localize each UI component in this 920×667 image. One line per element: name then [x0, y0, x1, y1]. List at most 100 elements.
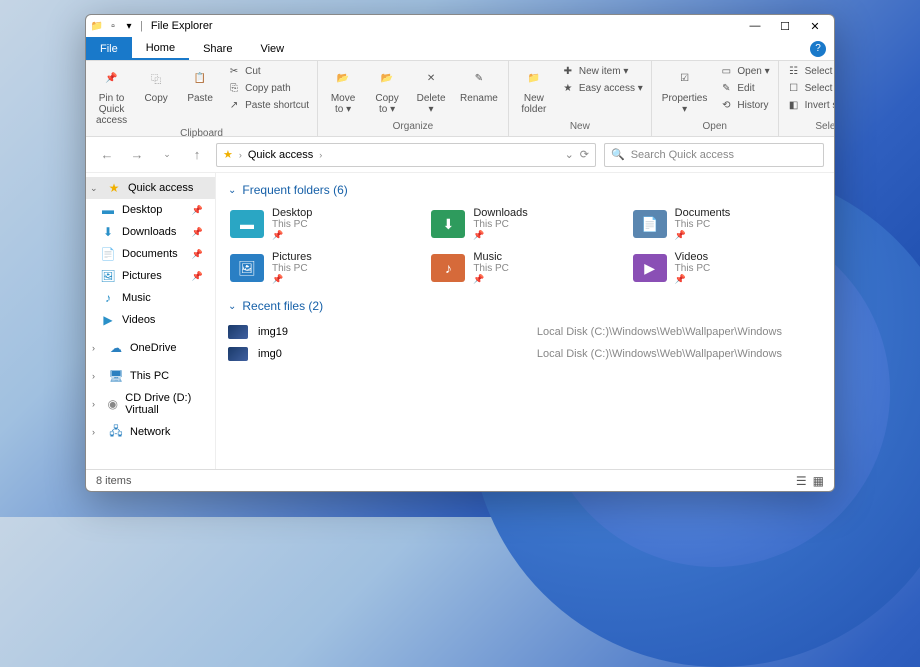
breadcrumb[interactable]: Quick access	[248, 149, 313, 161]
sidebar-item-label: This PC	[130, 370, 169, 382]
folder-icon: ♪	[431, 254, 465, 282]
sidebar-item-label: Network	[130, 426, 170, 438]
image-file-icon	[228, 347, 248, 361]
folder-item-downloads[interactable]: ⬇DownloadsThis PC📌	[429, 205, 620, 243]
sidebar: ⌄ ★ Quick access ▬Desktop📌 ⬇Downloads📌 📄…	[86, 173, 216, 469]
breadcrumb-chevron-icon: ›	[319, 150, 322, 160]
sidebar-item-videos[interactable]: ▶Videos	[86, 309, 215, 331]
pin-icon: 📌	[192, 227, 203, 238]
sidebar-item-desktop[interactable]: ▬Desktop📌	[86, 199, 215, 221]
copy-path-button[interactable]: ⎘Copy path	[225, 80, 311, 96]
star-icon: ★	[223, 148, 233, 161]
sidebar-item-music[interactable]: ♪Music	[86, 287, 215, 309]
details-view-button[interactable]: ☰	[796, 474, 807, 488]
minimize-button[interactable]: —	[740, 15, 770, 37]
pin-icon: 📌	[473, 274, 509, 285]
folder-item-pictures[interactable]: 🖼PicturesThis PC📌	[228, 249, 419, 287]
chevron-right-icon: ›	[92, 399, 100, 409]
downloads-icon: ⬇	[100, 224, 116, 240]
select-none-icon: ☐	[787, 81, 801, 95]
back-button[interactable]: ←	[96, 144, 118, 166]
invert-icon: ◧	[787, 98, 801, 112]
history-button[interactable]: ⟲History	[717, 97, 771, 113]
sidebar-item-this-pc[interactable]: ›🖥This PC	[86, 365, 215, 387]
path-icon: ⎘	[227, 81, 241, 95]
move-to-button[interactable]: 📂Move to ▾	[324, 63, 362, 117]
rename-button[interactable]: ✎Rename	[456, 63, 502, 106]
sidebar-item-quick-access[interactable]: ⌄ ★ Quick access	[86, 177, 215, 199]
large-icons-view-button[interactable]: ▦	[813, 474, 824, 488]
forward-button[interactable]: →	[126, 144, 148, 166]
folder-item-music[interactable]: ♪MusicThis PC📌	[429, 249, 620, 287]
sidebar-item-cd-drive[interactable]: ›◉CD Drive (D:) Virtuall	[86, 393, 215, 415]
properties-button[interactable]: ☑Properties ▾	[658, 63, 712, 117]
pin-icon: 📌	[272, 230, 312, 241]
ribbon-group-new: 📁New folder ✚New item ▾ ★Easy access ▾ N…	[509, 61, 652, 136]
invert-selection-button[interactable]: ◧Invert selection	[785, 97, 835, 113]
paste-button[interactable]: 📋 Paste	[181, 63, 219, 106]
recent-files-header[interactable]: ⌄ Recent files (2)	[228, 299, 822, 313]
pin-quick-access-button[interactable]: 📌 Pin to Quick access	[92, 63, 131, 128]
sidebar-item-network[interactable]: ›🖧Network	[86, 421, 215, 443]
music-icon: ♪	[100, 290, 116, 306]
copy-button[interactable]: ⿻ Copy	[137, 63, 175, 106]
window-title: File Explorer	[151, 20, 736, 32]
sidebar-item-onedrive[interactable]: ›☁OneDrive	[86, 337, 215, 359]
folder-name: Desktop	[272, 207, 312, 219]
delete-button[interactable]: ✕Delete ▾	[412, 63, 450, 117]
paste-icon: 📋	[187, 65, 213, 91]
dropdown-icon[interactable]: ▾	[122, 19, 136, 33]
file-row[interactable]: img19Local Disk (C:)\Windows\Web\Wallpap…	[228, 321, 822, 343]
folder-item-documents[interactable]: 📄DocumentsThis PC📌	[631, 205, 822, 243]
tab-file[interactable]: File	[86, 37, 132, 60]
select-none-button[interactable]: ☐Select none	[785, 80, 835, 96]
move-icon: 📂	[330, 65, 356, 91]
select-all-button[interactable]: ☷Select all	[785, 63, 835, 79]
cut-icon: ✂	[227, 64, 241, 78]
search-icon: 🔍	[611, 148, 625, 161]
new-item-button[interactable]: ✚New item ▾	[559, 63, 645, 79]
help-icon[interactable]: ?	[810, 41, 826, 57]
close-button[interactable]: ✕	[800, 15, 830, 37]
tab-view[interactable]: View	[246, 37, 298, 60]
paste-shortcut-button[interactable]: ↗Paste shortcut	[225, 97, 311, 113]
file-row[interactable]: img0Local Disk (C:)\Windows\Web\Wallpape…	[228, 343, 822, 365]
folder-item-desktop[interactable]: ▬DesktopThis PC📌	[228, 205, 419, 243]
open-button[interactable]: ▭Open ▾	[717, 63, 771, 79]
tab-share[interactable]: Share	[189, 37, 246, 60]
folder-location: This PC	[675, 263, 711, 274]
sidebar-item-documents[interactable]: 📄Documents📌	[86, 243, 215, 265]
documents-icon: 📄	[100, 246, 116, 262]
ribbon-group-clipboard: 📌 Pin to Quick access ⿻ Copy 📋 Paste ✂Cu…	[86, 61, 318, 136]
new-folder-button[interactable]: 📁New folder	[515, 63, 553, 117]
ribbon: 📌 Pin to Quick access ⿻ Copy 📋 Paste ✂Cu…	[86, 61, 834, 137]
frequent-folders-header[interactable]: ⌄ Frequent folders (6)	[228, 183, 822, 197]
cut-button[interactable]: ✂Cut	[225, 63, 311, 79]
easy-access-button[interactable]: ★Easy access ▾	[559, 80, 645, 96]
edit-icon: ✎	[719, 81, 733, 95]
up-button[interactable]: ↑	[186, 144, 208, 166]
address-bar: ← → ⌄ ↑ ★ › Quick access › ⌄ ⟳ 🔍 Search …	[86, 137, 834, 173]
maximize-button[interactable]: ☐	[770, 15, 800, 37]
folder-item-videos[interactable]: ▶VideosThis PC📌	[631, 249, 822, 287]
tab-home[interactable]: Home	[132, 37, 189, 60]
folder-name: Downloads	[473, 207, 527, 219]
folder-name: Pictures	[272, 251, 312, 263]
history-dropdown-icon[interactable]: ⌄	[565, 148, 574, 161]
sidebar-item-pictures[interactable]: 🖼Pictures📌	[86, 265, 215, 287]
folder-location: This PC	[473, 219, 527, 230]
chevron-right-icon: ›	[92, 343, 102, 353]
file-name: img0	[258, 348, 378, 360]
copy-to-button[interactable]: 📂Copy to ▾	[368, 63, 406, 117]
refresh-button[interactable]: ⟳	[580, 148, 589, 161]
sidebar-item-downloads[interactable]: ⬇Downloads📌	[86, 221, 215, 243]
folder-icon: 🖼	[230, 254, 264, 282]
title-separator: |	[140, 20, 143, 32]
address-input[interactable]: ★ › Quick access › ⌄ ⟳	[216, 143, 596, 167]
sidebar-item-label: Desktop	[122, 204, 162, 216]
search-input[interactable]: 🔍 Search Quick access	[604, 143, 824, 167]
edit-button[interactable]: ✎Edit	[717, 80, 771, 96]
recent-locations-button[interactable]: ⌄	[156, 144, 178, 166]
pin-icon: 📌	[99, 65, 125, 91]
image-file-icon	[228, 325, 248, 339]
